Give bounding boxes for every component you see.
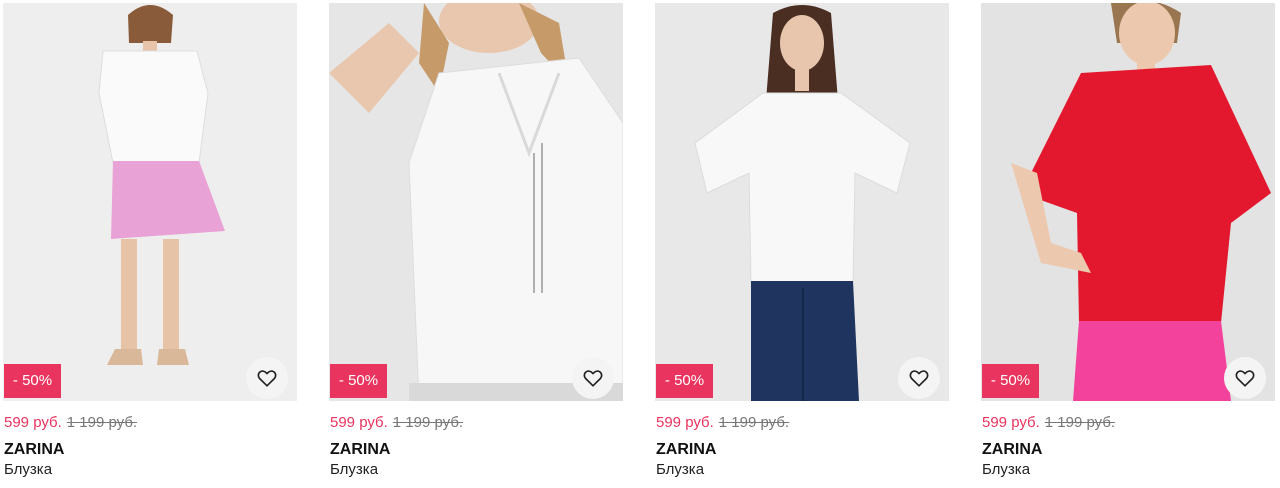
product-photo-illustration: [329, 3, 623, 401]
product-category[interactable]: Блузка: [982, 461, 1030, 479]
sale-price: 599 руб.: [330, 414, 388, 431]
discount-badge: - 50%: [4, 364, 61, 398]
old-price: 1 199 руб.: [718, 414, 790, 431]
product-photo[interactable]: - 50%: [3, 3, 297, 401]
heart-outline-icon: [1235, 370, 1255, 387]
brand-name[interactable]: ZARINA: [4, 441, 64, 459]
product-card[interactable]: - 50% 599 руб. 1 199 руб. ZARINA Блузка: [329, 0, 625, 488]
favorite-button[interactable]: [1224, 357, 1266, 399]
price-row: 599 руб. 1 199 руб.: [330, 414, 463, 432]
product-card[interactable]: - 50% 599 руб. 1 199 руб. ZARINA Блузка: [655, 0, 951, 488]
price-row: 599 руб. 1 199 руб.: [656, 414, 789, 432]
product-photo[interactable]: - 50%: [655, 3, 949, 401]
sale-price: 599 руб.: [4, 414, 62, 431]
product-grid: - 50% 599 руб.1 199 руб. ZARINA Блузка: [0, 0, 1280, 488]
old-price: 1 199 руб.: [66, 414, 138, 431]
favorite-button[interactable]: [572, 357, 614, 399]
product-photo-illustration: [655, 3, 949, 401]
product-category[interactable]: Блузка: [656, 461, 704, 479]
product-photo-illustration: [981, 3, 1275, 401]
old-price: 1 199 руб.: [392, 414, 464, 431]
heart-outline-icon: [909, 370, 929, 387]
sale-price: 599 руб.: [982, 414, 1040, 431]
price-row: 599 руб. 1 199 руб.: [4, 414, 137, 432]
product-photo[interactable]: - 50%: [981, 3, 1275, 401]
product-card[interactable]: - 50% 599 руб. 1 199 руб. ZARINA Блузка: [3, 0, 299, 488]
product-category[interactable]: Блузка: [330, 461, 378, 479]
discount-badge: - 50%: [982, 364, 1039, 398]
brand-name[interactable]: ZARINA: [982, 441, 1042, 459]
sale-price: 599 руб.: [656, 414, 714, 431]
heart-outline-icon: [257, 370, 277, 387]
brand-name[interactable]: ZARINA: [330, 441, 390, 459]
discount-badge: - 50%: [656, 364, 713, 398]
heart-outline-icon: [583, 370, 603, 387]
discount-badge: - 50%: [330, 364, 387, 398]
old-price: 1 199 руб.: [1044, 414, 1116, 431]
favorite-button[interactable]: [898, 357, 940, 399]
product-card[interactable]: - 50% 599 руб. 1 199 руб. ZARINA Блузка: [981, 0, 1277, 488]
price-row: 599 руб. 1 199 руб.: [982, 414, 1115, 432]
product-category[interactable]: Блузка: [4, 461, 52, 479]
product-photo[interactable]: - 50%: [329, 3, 623, 401]
product-photo-illustration: [3, 3, 297, 401]
favorite-button[interactable]: [246, 357, 288, 399]
brand-name[interactable]: ZARINA: [656, 441, 716, 459]
